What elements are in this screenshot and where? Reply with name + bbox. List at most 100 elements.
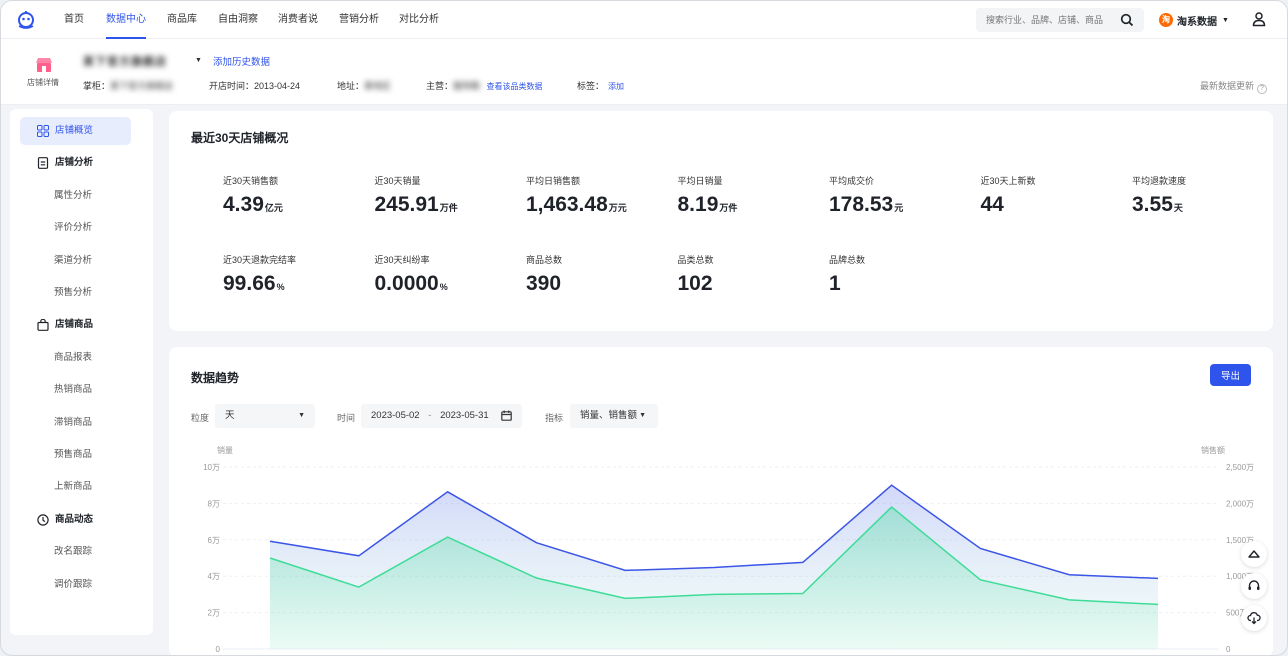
metric-item: 近30天销售额 4.39亿元 bbox=[223, 174, 363, 217]
view-category-link[interactable]: 查看该品类数据 bbox=[487, 82, 543, 91]
sidebar-item-label: 属性分析 bbox=[54, 189, 93, 201]
sidebar-item[interactable]: 商品动态 bbox=[20, 506, 131, 534]
bag-icon bbox=[37, 319, 49, 332]
customer-service-button[interactable] bbox=[1241, 573, 1267, 599]
nav-item[interactable]: 数据中心 bbox=[106, 1, 146, 39]
shop-name: 某下官方旗舰店 bbox=[83, 56, 167, 68]
shop-avatar[interactable]: 店铺详情 bbox=[19, 53, 67, 93]
sidebar-item[interactable]: 商品报表 bbox=[20, 344, 131, 372]
sidebar-item[interactable]: 渠道分析 bbox=[20, 247, 131, 275]
metric-number: 245.91 bbox=[374, 193, 439, 216]
help-icon[interactable]: ? bbox=[1257, 84, 1267, 94]
cloud-download-icon bbox=[1247, 612, 1261, 625]
metric-value: 1 bbox=[829, 272, 969, 296]
download-button[interactable] bbox=[1241, 605, 1267, 631]
date-end: 2023-05-31 bbox=[440, 410, 489, 421]
metric-value: 销量、销售额 bbox=[580, 410, 638, 421]
metric-value: 178.53元 bbox=[829, 193, 969, 217]
sidebar-item[interactable]: 上新商品 bbox=[20, 473, 131, 501]
sidebar-item[interactable]: 评价分析 bbox=[20, 214, 131, 242]
sidebar-item-label: 店铺分析 bbox=[55, 157, 94, 169]
main-category-label: 主营： bbox=[426, 81, 454, 91]
nav-item[interactable]: 商品库 bbox=[167, 1, 197, 39]
open-date-value: 2013-04-24 bbox=[254, 81, 301, 91]
headset-icon bbox=[1248, 580, 1260, 590]
platform-label: 淘系数据 bbox=[1177, 16, 1217, 28]
sidebar-item[interactable]: 热销商品 bbox=[20, 376, 131, 404]
metric-label: 指标 bbox=[545, 413, 564, 423]
date-range-picker[interactable]: 2023-05-02 - 2023-05-31 bbox=[361, 404, 522, 428]
sidebar-item[interactable]: 属性分析 bbox=[20, 182, 131, 210]
metric-item: 品类总数 102 bbox=[678, 253, 818, 296]
sidebar-item[interactable]: 改名跟踪 bbox=[20, 538, 131, 566]
export-button[interactable]: 导出 bbox=[1210, 364, 1251, 386]
app-window: 首页数据中心商品库自由洞察消费者说营销分析对比分析 淘 淘系数据 ▼ 店铺 bbox=[0, 0, 1288, 656]
top-navigation: 首页数据中心商品库自由洞察消费者说营销分析对比分析 淘 淘系数据 ▼ bbox=[1, 1, 1287, 39]
nav-item[interactable]: 营销分析 bbox=[339, 1, 379, 39]
sidebar-item-label: 预售商品 bbox=[54, 449, 93, 460]
main-category-value: 服饰鞋 bbox=[453, 81, 481, 91]
open-date-label: 开店时间： bbox=[209, 81, 255, 91]
taobao-logo-icon: 淘 bbox=[1159, 13, 1173, 27]
metric-label: 平均退款速度 bbox=[1132, 176, 1187, 186]
metric-unit: % bbox=[439, 282, 448, 292]
nav-item[interactable]: 对比分析 bbox=[399, 1, 439, 39]
platform-switcher[interactable]: 淘 淘系数据 ▼ bbox=[1159, 11, 1229, 29]
main-category-info: 主营：服饰鞋 查看该品类数据 bbox=[426, 79, 543, 92]
metric-select[interactable]: 销量、销售额 ▼ bbox=[570, 404, 658, 428]
scroll-top-button[interactable] bbox=[1241, 541, 1267, 567]
metric-number: 0.0000 bbox=[374, 272, 439, 295]
metric-label: 近30天销量 bbox=[374, 176, 421, 186]
date-start: 2023-05-02 bbox=[371, 410, 420, 421]
y-tick-right: 2,500万 bbox=[1226, 463, 1254, 472]
metric-label: 近30天纠纷率 bbox=[374, 255, 430, 265]
metric-item: 平均退款速度 3.55天 bbox=[1132, 174, 1272, 217]
nav-item[interactable]: 消费者说 bbox=[278, 1, 318, 39]
add-history-link[interactable]: 添加历史数据 bbox=[213, 54, 270, 68]
tag-info: 标签： 添加 bbox=[577, 79, 624, 92]
search-input[interactable] bbox=[986, 12, 1116, 28]
chevron-down-icon: ▼ bbox=[298, 412, 305, 419]
metric-number: 8.19 bbox=[677, 193, 719, 216]
metric-label: 平均日销量 bbox=[677, 176, 723, 186]
sidebar-item[interactable]: 滞销商品 bbox=[20, 409, 131, 437]
metric-unit: 亿元 bbox=[264, 203, 283, 213]
metric-item: 近30天纠纷率 0.0000% bbox=[375, 253, 515, 296]
sidebar-item[interactable]: 预售商品 bbox=[20, 441, 131, 469]
search-icon[interactable] bbox=[1120, 13, 1134, 27]
app-logo-icon[interactable] bbox=[15, 9, 37, 31]
sidebar-item[interactable]: 预售分析 bbox=[20, 279, 131, 307]
user-icon[interactable] bbox=[1251, 11, 1267, 27]
shop-dropdown-icon[interactable]: ▼ bbox=[195, 57, 202, 64]
sidebar-item-label: 滞销商品 bbox=[54, 416, 93, 428]
metric-value: 8.19万件 bbox=[678, 193, 818, 217]
metric-number: 1,463.48 bbox=[526, 193, 608, 216]
nav-item[interactable]: 自由洞察 bbox=[218, 1, 258, 39]
nav-item[interactable]: 首页 bbox=[64, 1, 84, 39]
sidebar-item[interactable]: 店铺分析 bbox=[20, 149, 131, 177]
y-tick-left: 4万 bbox=[208, 572, 220, 581]
sidebar: 店铺概览店铺分析属性分析评价分析渠道分析预售分析店铺商品商品报表热销商品滞销商品… bbox=[10, 109, 153, 635]
sidebar-item-label: 商品动态 bbox=[55, 513, 94, 525]
address-info: 地址：某地区 bbox=[337, 79, 391, 92]
tag-label: 标签： bbox=[577, 81, 605, 91]
metric-number: 99.66 bbox=[223, 272, 276, 295]
y-tick-left: 8万 bbox=[208, 499, 220, 508]
owner-info: 掌柜：某下官方旗舰店 bbox=[83, 79, 173, 92]
metric-value: 1,463.48万元 bbox=[526, 193, 666, 217]
sidebar-item[interactable]: 调价跟踪 bbox=[20, 571, 131, 599]
metric-label: 近30天退款完结率 bbox=[223, 255, 297, 265]
sidebar-item-label: 调价跟踪 bbox=[54, 578, 93, 590]
metric-unit: 元 bbox=[894, 203, 904, 213]
metric-item: 近30天退款完结率 99.66% bbox=[223, 253, 363, 296]
granularity-select[interactable]: 天 ▼ bbox=[215, 404, 315, 428]
sidebar-item[interactable]: 店铺商品 bbox=[20, 311, 131, 339]
document-icon bbox=[37, 157, 49, 170]
date-separator: - bbox=[428, 410, 432, 421]
metric-item: 近30天上新数 44 bbox=[981, 174, 1121, 217]
data-refresh-info: 最新数据更新? bbox=[1200, 79, 1267, 94]
address-label: 地址： bbox=[337, 81, 365, 91]
add-tag-link[interactable]: 添加 bbox=[608, 82, 624, 91]
sidebar-item-overview[interactable]: 店铺概览 bbox=[20, 117, 131, 145]
overview-title: 最近30天店铺概况 bbox=[191, 131, 289, 145]
